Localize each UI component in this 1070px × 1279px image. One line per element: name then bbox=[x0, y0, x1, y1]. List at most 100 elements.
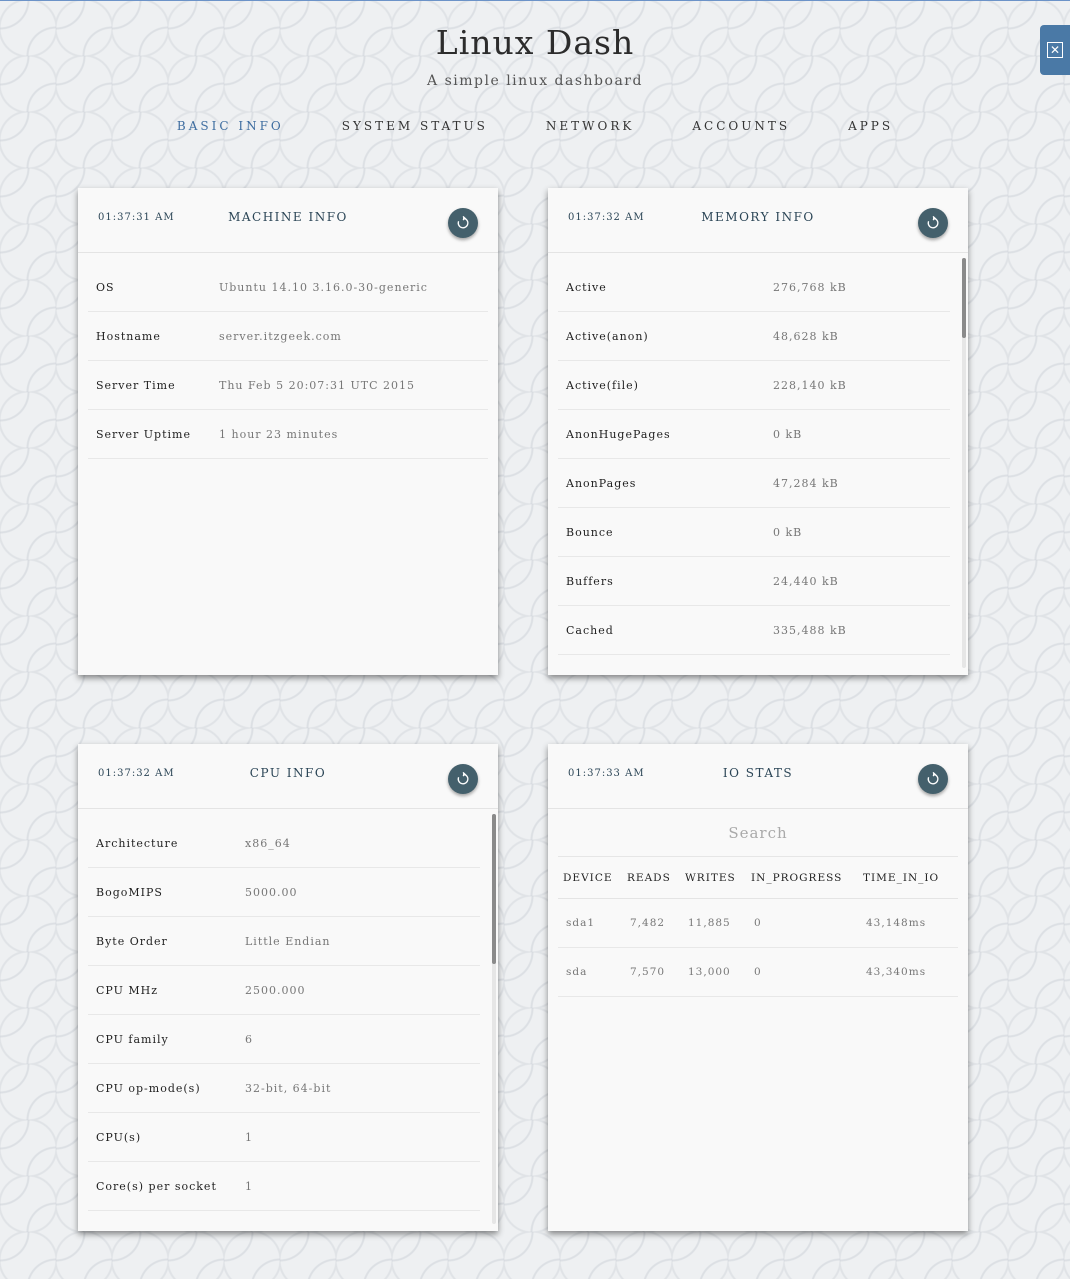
row-key: Bounce bbox=[566, 525, 614, 539]
table-header-row: DEVICE READS WRITES IN_PROGRESS TIME_IN_… bbox=[558, 857, 958, 899]
row-value: Little Endian bbox=[245, 934, 331, 948]
row-key: Hostname bbox=[96, 329, 161, 343]
cpu-info-card: 01:37:32 AM CPU INFO Architecture x86_64… bbox=[78, 744, 498, 1231]
row-value: 32-bit, 64-bit bbox=[245, 1081, 332, 1095]
list-item: Bounce 0 kB bbox=[558, 508, 950, 557]
tab-system-status[interactable]: SYSTEM STATUS bbox=[313, 119, 517, 133]
list-item: OS Ubuntu 14.10 3.16.0-30-generic bbox=[88, 263, 488, 312]
card-body: OS Ubuntu 14.10 3.16.0-30-generic Hostna… bbox=[78, 253, 498, 674]
column-header-time-in-io[interactable]: TIME_IN_IO bbox=[858, 857, 958, 899]
row-value: server.itzgeek.com bbox=[219, 329, 342, 343]
list-item: Cached 335,488 kB bbox=[558, 606, 950, 655]
machine-info-card: 01:37:31 AM MACHINE INFO OS Ubuntu 14.10… bbox=[78, 188, 498, 675]
row-key: CPU(s) bbox=[96, 1130, 142, 1144]
search-input[interactable] bbox=[656, 822, 860, 843]
row-key: Byte Order bbox=[96, 934, 168, 948]
refresh-icon bbox=[927, 772, 939, 785]
row-key: Active bbox=[566, 280, 607, 294]
list-item: CPU op-mode(s) 32-bit, 64-bit bbox=[88, 1064, 480, 1113]
row-value: 24,440 kB bbox=[773, 574, 839, 588]
refresh-button[interactable] bbox=[918, 208, 948, 238]
cell-device: sda1 bbox=[558, 898, 622, 948]
cell-reads: 7,570 bbox=[622, 947, 680, 997]
row-value: 1 hour 23 minutes bbox=[219, 427, 339, 441]
table-row: sda 7,570 13,000 0 43,340ms bbox=[558, 947, 958, 997]
card-header: 01:37:32 AM MEMORY INFO bbox=[548, 188, 968, 253]
row-key: Active(anon) bbox=[566, 329, 649, 343]
row-key: Server Uptime bbox=[96, 427, 191, 441]
row-key: CPU family bbox=[96, 1032, 169, 1046]
cell-writes: 11,885 bbox=[680, 898, 746, 948]
row-value: 1 bbox=[245, 1179, 253, 1193]
search-wrap bbox=[558, 809, 958, 857]
list-item: Core(s) per socket 1 bbox=[88, 1162, 480, 1211]
refresh-button[interactable] bbox=[448, 764, 478, 794]
column-header-device[interactable]: DEVICE bbox=[558, 857, 622, 899]
app-subtitle: A simple linux dashboard bbox=[427, 73, 643, 89]
list-item: Buffers 24,440 kB bbox=[558, 557, 950, 606]
row-value: 0 kB bbox=[773, 525, 803, 539]
card-title: CPU INFO bbox=[249, 766, 327, 780]
io-stats-table: DEVICE READS WRITES IN_PROGRESS TIME_IN_… bbox=[558, 857, 958, 997]
column-header-writes[interactable]: WRITES bbox=[680, 857, 746, 899]
machine-info-list: OS Ubuntu 14.10 3.16.0-30-generic Hostna… bbox=[78, 253, 498, 459]
scrollbar-thumb[interactable] bbox=[962, 258, 966, 338]
refresh-button[interactable] bbox=[918, 764, 948, 794]
tab-apps[interactable]: APPS bbox=[819, 119, 922, 133]
card-header: 01:37:31 AM MACHINE INFO bbox=[78, 188, 498, 253]
row-value: 1 bbox=[245, 1130, 253, 1144]
app-title: Linux Dash bbox=[435, 23, 635, 62]
list-item: CPU(s) 1 bbox=[88, 1113, 480, 1162]
tab-network[interactable]: NETWORK bbox=[517, 119, 663, 133]
close-button[interactable]: ✕ bbox=[1040, 25, 1070, 75]
list-item: Active 276,768 kB bbox=[558, 263, 950, 312]
row-key: BogoMIPS bbox=[96, 885, 163, 899]
tab-basic-info[interactable]: BASIC INFO bbox=[148, 119, 313, 133]
page-header: Linux Dash A simple linux dashboard BASI… bbox=[0, 1, 1070, 133]
list-item: Server Time Thu Feb 5 20:07:31 UTC 2015 bbox=[88, 361, 488, 410]
row-value: 6 bbox=[245, 1032, 253, 1046]
refresh-icon bbox=[457, 772, 469, 785]
list-item: Server Uptime 1 hour 23 minutes bbox=[88, 410, 488, 459]
scrollbar-thumb[interactable] bbox=[492, 814, 496, 964]
row-value: 228,140 kB bbox=[773, 378, 847, 392]
row-value: Ubuntu 14.10 3.16.0-30-generic bbox=[219, 280, 428, 294]
scrollbar[interactable] bbox=[962, 258, 966, 668]
card-title: MACHINE INFO bbox=[228, 210, 348, 224]
row-value: 2500.000 bbox=[245, 983, 306, 997]
refresh-button[interactable] bbox=[448, 208, 478, 238]
row-value: 47,284 kB bbox=[773, 476, 839, 490]
memory-info-list: Active 276,768 kB Active(anon) 48,628 kB… bbox=[548, 253, 960, 655]
cpu-info-list: Architecture x86_64 BogoMIPS 5000.00 Byt… bbox=[78, 809, 490, 1211]
cell-writes: 13,000 bbox=[680, 947, 746, 997]
cell-device: sda bbox=[558, 947, 622, 997]
cell-time-in-io: 43,340ms bbox=[858, 947, 958, 997]
card-body: Architecture x86_64 BogoMIPS 5000.00 Byt… bbox=[78, 809, 498, 1230]
card-body: DEVICE READS WRITES IN_PROGRESS TIME_IN_… bbox=[548, 809, 968, 1230]
row-key: Cached bbox=[566, 623, 614, 637]
list-item: AnonPages 47,284 kB bbox=[558, 459, 950, 508]
row-key: Core(s) per socket bbox=[96, 1179, 217, 1193]
cell-in-progress: 0 bbox=[746, 947, 858, 997]
list-item: CPU MHz 2500.000 bbox=[88, 966, 480, 1015]
io-stats-card: 01:37:33 AM IO STATS DEVICE READS WRITES… bbox=[548, 744, 968, 1231]
list-item: Active(file) 228,140 kB bbox=[558, 361, 950, 410]
refresh-icon bbox=[927, 216, 939, 229]
row-key: OS bbox=[96, 280, 115, 294]
list-item: BogoMIPS 5000.00 bbox=[88, 868, 480, 917]
scrollbar[interactable] bbox=[492, 814, 496, 1224]
cell-time-in-io: 43,148ms bbox=[858, 898, 958, 948]
cell-in-progress: 0 bbox=[746, 898, 858, 948]
list-item: Hostname server.itzgeek.com bbox=[88, 312, 488, 361]
tab-accounts[interactable]: ACCOUNTS bbox=[663, 119, 819, 133]
card-title: IO STATS bbox=[722, 766, 794, 780]
row-value: 335,488 kB bbox=[773, 623, 847, 637]
column-header-reads[interactable]: READS bbox=[622, 857, 680, 899]
list-item: Active(anon) 48,628 kB bbox=[558, 312, 950, 361]
row-key: CPU op-mode(s) bbox=[96, 1081, 201, 1095]
column-header-in-progress[interactable]: IN_PROGRESS bbox=[746, 857, 858, 899]
list-item: CPU family 6 bbox=[88, 1015, 480, 1064]
row-key: Architecture bbox=[96, 836, 179, 850]
cell-reads: 7,482 bbox=[622, 898, 680, 948]
row-key: AnonHugePages bbox=[566, 427, 671, 441]
